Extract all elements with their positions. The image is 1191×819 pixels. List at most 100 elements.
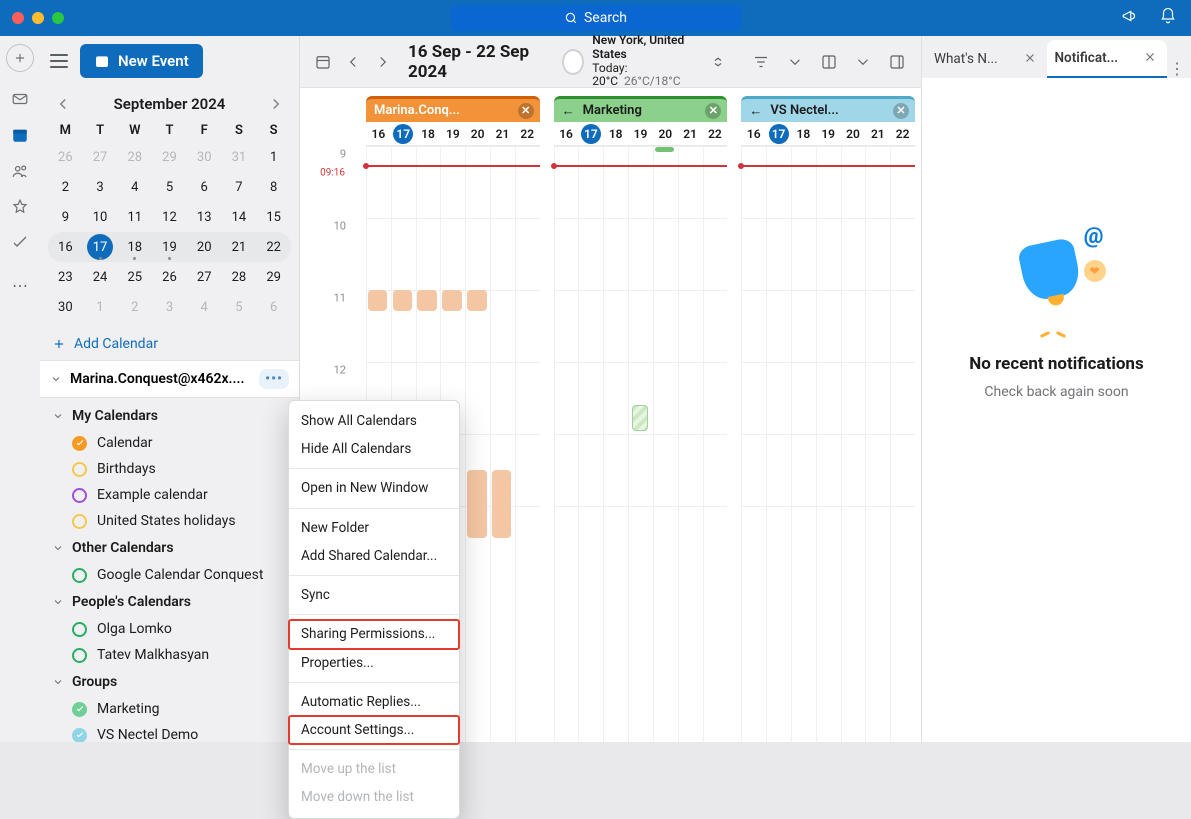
weather-chevron-icon[interactable]	[709, 52, 727, 72]
day-label[interactable]: 17	[578, 122, 603, 145]
mini-day[interactable]: 6	[256, 292, 291, 322]
day-label[interactable]: 22	[890, 122, 915, 145]
cal-calendar[interactable]: Calendar	[46, 430, 293, 456]
mi-auto-replies[interactable]: Automatic Replies...	[289, 688, 459, 716]
mini-day[interactable]: 23	[48, 262, 83, 292]
day-label[interactable]: 19	[816, 122, 841, 145]
mini-day[interactable]: 18	[117, 232, 152, 262]
account-more-button[interactable]: •••	[259, 369, 289, 389]
close-column[interactable]: ✕	[518, 103, 534, 119]
event-block[interactable]	[417, 290, 437, 311]
mini-day[interactable]: 3	[83, 172, 118, 202]
mini-day[interactable]: 24	[83, 262, 118, 292]
mini-day[interactable]: 5	[222, 292, 257, 322]
mini-day[interactable]: 4	[117, 172, 152, 202]
day-label[interactable]: 19	[440, 122, 465, 145]
mi-show-all[interactable]: Show All Calendars	[289, 407, 459, 435]
more-apps-icon[interactable]: ⋯	[11, 276, 29, 294]
new-event-button[interactable]: New Event	[80, 44, 203, 78]
event-block[interactable]	[467, 290, 487, 311]
event-block[interactable]	[368, 290, 388, 311]
cal-google[interactable]: Google Calendar Conquest	[46, 562, 293, 588]
mini-day[interactable]: 10	[83, 202, 118, 232]
cal-olga[interactable]: Olga Lomko	[46, 616, 293, 642]
mini-day[interactable]: 5	[152, 172, 187, 202]
day-label[interactable]: 18	[791, 122, 816, 145]
compose-button[interactable]	[6, 44, 34, 72]
chevron-down-icon[interactable]	[785, 52, 805, 72]
mi-new-folder[interactable]: New Folder	[289, 514, 459, 542]
cal-birthdays[interactable]: Birthdays	[46, 456, 293, 482]
mini-day[interactable]: 15	[256, 202, 291, 232]
mini-day[interactable]: 26	[48, 142, 83, 172]
calendar-icon[interactable]	[11, 126, 29, 144]
day-label[interactable]: 18	[416, 122, 441, 145]
tabs-overflow[interactable]: ⋮	[1167, 59, 1187, 78]
mini-day[interactable]: 1	[256, 142, 291, 172]
cal-tatev[interactable]: Tatev Malkhasyan	[46, 642, 293, 668]
mini-prev[interactable]	[54, 95, 72, 113]
mini-day[interactable]: 1	[83, 292, 118, 322]
event-block[interactable]	[442, 290, 462, 311]
mi-properties[interactable]: Properties...	[289, 649, 459, 677]
mail-icon[interactable]	[11, 90, 29, 108]
mini-day[interactable]: 3	[152, 292, 187, 322]
mini-day[interactable]: 28	[117, 142, 152, 172]
hamburger-icon[interactable]	[50, 54, 68, 68]
close-window[interactable]	[12, 12, 24, 24]
day-label[interactable]: 20	[841, 122, 866, 145]
filter-icon[interactable]	[751, 52, 771, 72]
account-row[interactable]: Marina.Conquest@x462x.... •••	[40, 360, 299, 398]
week-grid[interactable]	[554, 146, 728, 742]
cal-example[interactable]: Example calendar	[46, 482, 293, 508]
tab-notifications[interactable]: Notificat...	[1047, 40, 1168, 78]
mini-day[interactable]: 7	[222, 172, 257, 202]
cal-vs-nectel[interactable]: VS Nectel Demo	[46, 722, 293, 742]
search-input[interactable]: Search	[451, 5, 741, 31]
column-header[interactable]: ←Marketing✕	[554, 96, 728, 122]
mini-day[interactable]: 19	[152, 232, 187, 262]
weather[interactable]: New York, United States Today: 20°C 26°C…	[562, 34, 727, 89]
mini-day[interactable]: 26	[152, 262, 187, 292]
mi-account-settings[interactable]: Account Settings...	[289, 716, 459, 744]
mini-day[interactable]: 16	[48, 232, 83, 262]
close-column[interactable]: ✕	[705, 103, 721, 119]
day-label[interactable]: 20	[465, 122, 490, 145]
event-block[interactable]	[492, 470, 512, 538]
mini-day[interactable]: 8	[256, 172, 291, 202]
mini-day[interactable]: 21	[222, 232, 257, 262]
mi-sharing-permissions[interactable]: Sharing Permissions...	[289, 620, 459, 648]
group-peoples-calendars[interactable]: People's Calendars	[46, 588, 293, 616]
megaphone-icon[interactable]	[1121, 7, 1139, 29]
mi-open-new[interactable]: Open in New Window	[289, 474, 459, 502]
mi-add-shared[interactable]: Add Shared Calendar...	[289, 542, 459, 570]
mini-day[interactable]: 9	[48, 202, 83, 232]
mi-sync[interactable]: Sync	[289, 581, 459, 609]
close-icon[interactable]	[1143, 50, 1159, 66]
zoom-window[interactable]	[52, 12, 64, 24]
mini-day[interactable]: 29	[256, 262, 291, 292]
tab-whats-new[interactable]: What's N...	[926, 40, 1047, 78]
day-label[interactable]: 18	[603, 122, 628, 145]
mini-day[interactable]: 28	[222, 262, 257, 292]
mi-hide-all[interactable]: Hide All Calendars	[289, 435, 459, 463]
group-groups[interactable]: Groups	[46, 668, 293, 696]
day-label[interactable]: 21	[490, 122, 515, 145]
day-label[interactable]: 16	[366, 122, 391, 145]
event-block[interactable]	[467, 470, 487, 538]
mini-day[interactable]: 27	[187, 262, 222, 292]
todo-icon[interactable]	[11, 234, 29, 252]
mini-day[interactable]: 6	[187, 172, 222, 202]
column-header[interactable]: Marina.Conq...✕	[366, 96, 540, 122]
mini-next[interactable]	[267, 95, 285, 113]
day-label[interactable]: 16	[741, 122, 766, 145]
cal-holidays[interactable]: United States holidays	[46, 508, 293, 534]
day-label[interactable]: 22	[703, 122, 728, 145]
event-block[interactable]	[632, 405, 648, 431]
day-label[interactable]: 22	[515, 122, 540, 145]
star-icon[interactable]	[11, 198, 29, 216]
add-calendar-button[interactable]: Add Calendar	[40, 328, 299, 360]
mini-day[interactable]: 4	[187, 292, 222, 322]
day-label[interactable]: 17	[766, 122, 791, 145]
mini-day[interactable]: 30	[48, 292, 83, 322]
